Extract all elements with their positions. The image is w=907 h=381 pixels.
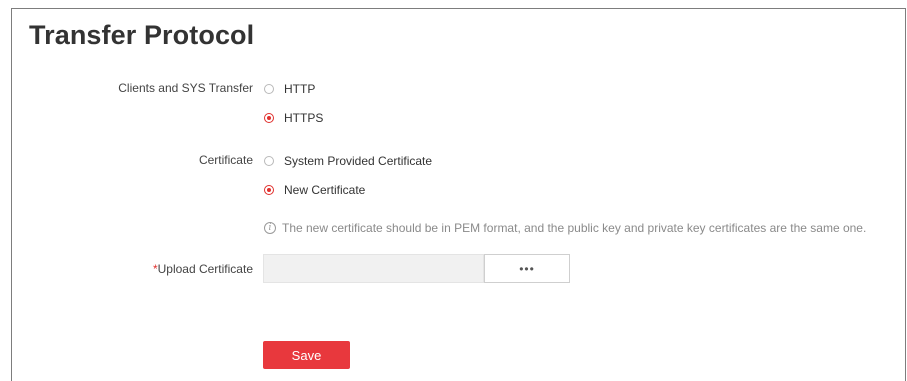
upload-certificate-label-text: Upload Certificate	[157, 262, 253, 276]
radio-https-label: HTTPS	[284, 111, 324, 125]
radio-new-certificate[interactable]: New Certificate	[264, 183, 365, 197]
radio-http-label: HTTP	[284, 82, 316, 96]
save-button[interactable]: Save	[263, 341, 350, 369]
upload-certificate-label: *Upload Certificate	[153, 262, 253, 276]
radio-system-certificate[interactable]: System Provided Certificate	[264, 154, 432, 168]
browse-button[interactable]: •••	[484, 254, 570, 283]
upload-certificate-path-field[interactable]	[263, 254, 484, 283]
radio-new-certificate-label: New Certificate	[284, 183, 366, 197]
info-icon: i	[264, 222, 276, 234]
radio-https[interactable]: HTTPS	[264, 111, 323, 125]
radio-http[interactable]: HTTP	[264, 82, 315, 96]
radio-http-circle[interactable]	[264, 84, 274, 94]
certificate-label: Certificate	[198, 153, 253, 167]
certificate-hint-text: The new certificate should be in PEM for…	[282, 221, 867, 235]
ellipsis-icon: •••	[519, 261, 535, 276]
certificate-hint: i The new certificate should be in PEM f…	[264, 221, 866, 235]
radio-system-certificate-label: System Provided Certificate	[284, 154, 433, 168]
transfer-protocol-label: Clients and SYS Transfer	[118, 81, 253, 95]
radio-new-certificate-circle[interactable]	[264, 185, 274, 195]
page-title: Transfer Protocol	[29, 20, 255, 50]
content-panel	[11, 8, 906, 381]
radio-system-certificate-circle[interactable]	[264, 156, 274, 166]
radio-https-circle[interactable]	[264, 113, 274, 123]
